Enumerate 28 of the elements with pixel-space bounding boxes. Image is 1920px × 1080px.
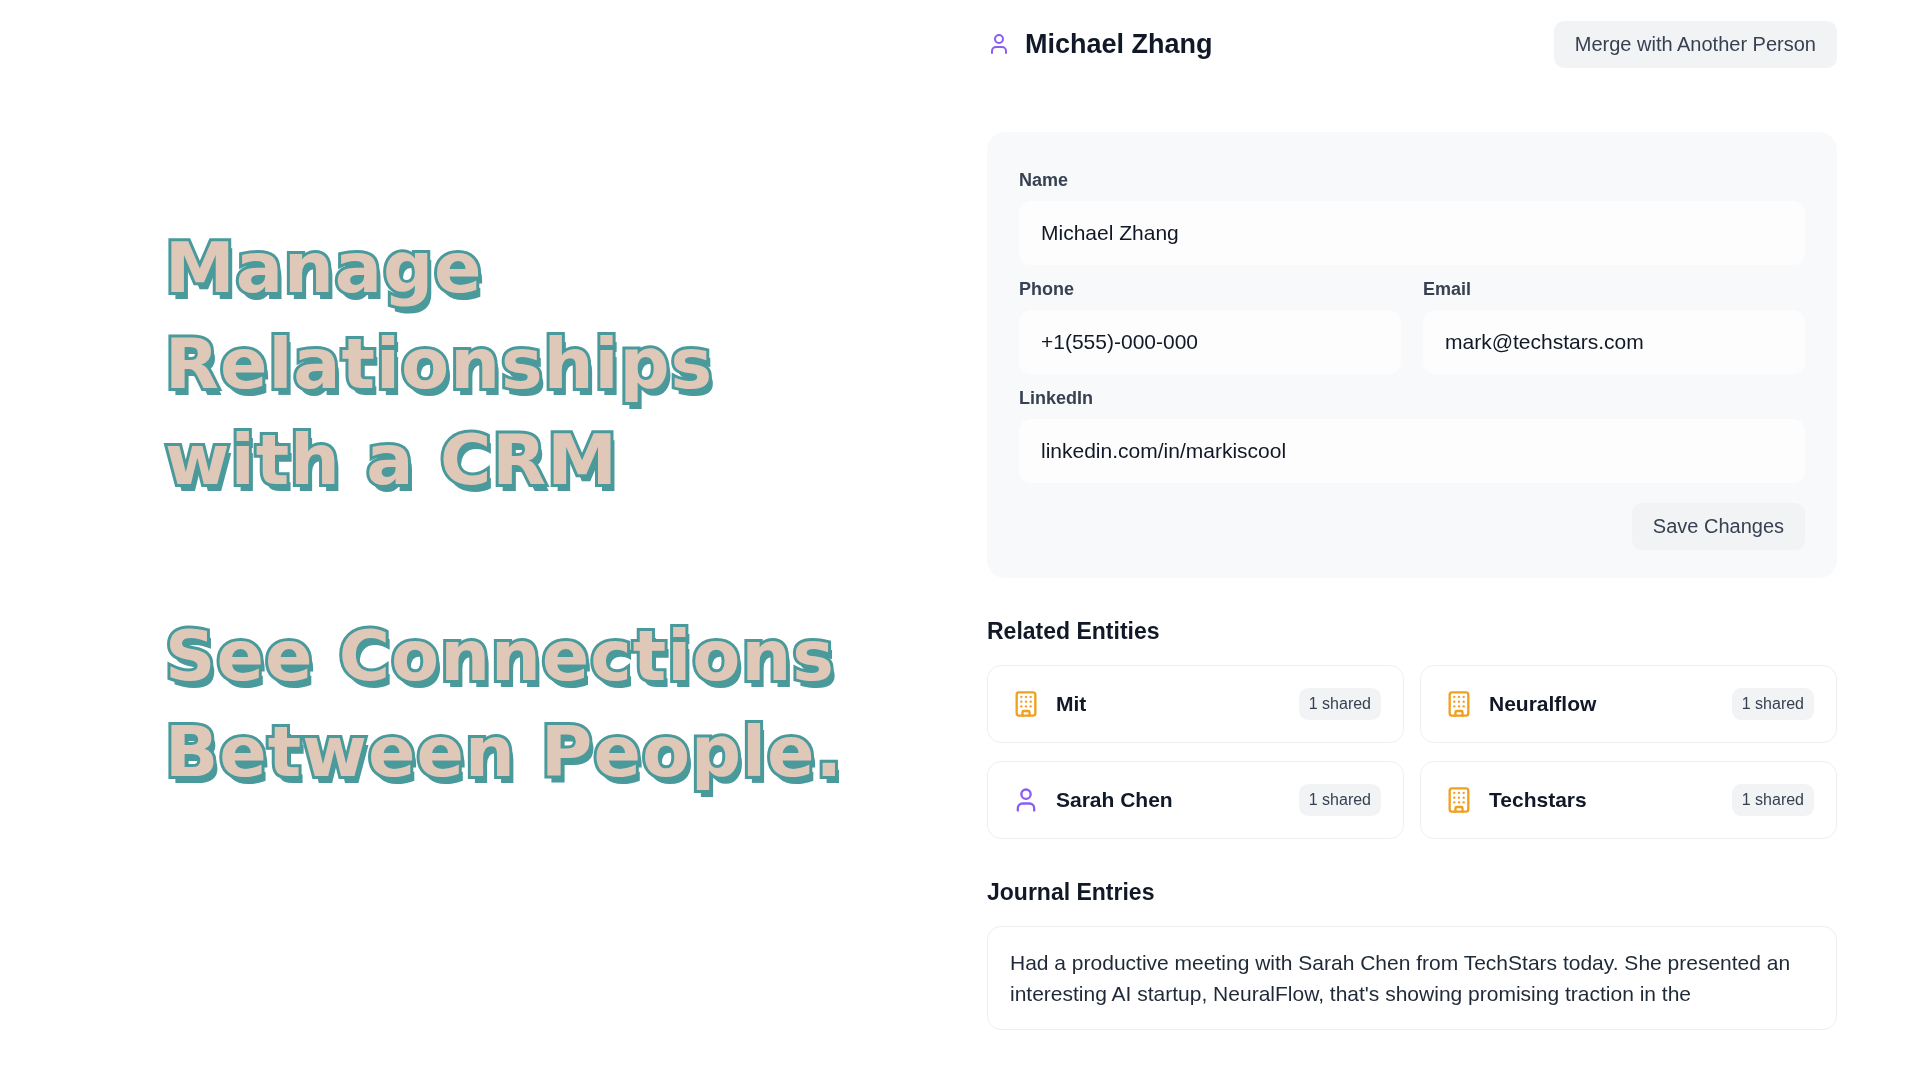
journal-text: Had a productive meeting with Sarah Chen from TechStars today. She presented an interesting AI startup, NeuralFlow, that's showing promising traction in the — [1010, 950, 1792, 1007]
shared-badge: 1 shared — [1298, 688, 1381, 720]
shared-badge: 1 shared — [1298, 784, 1381, 816]
entity-name: Techstars — [1489, 788, 1588, 812]
input-field[interactable]: +1(555)-000-000 — [1019, 310, 1401, 374]
entity-card[interactable]: Mit 1 shared — [987, 665, 1404, 743]
entity-name: Mit — [1056, 692, 1088, 716]
field-label: Phone — [1019, 279, 1075, 300]
entity-card[interactable]: Techstars 1 shared — [1420, 761, 1837, 839]
entity-name: Sarah Chen — [1056, 788, 1174, 812]
person-name: Michael Zhang — [1025, 28, 1213, 60]
field-label: Email — [1423, 279, 1473, 300]
shared-badge: 1 shared — [1731, 688, 1814, 720]
input-field[interactable]: Michael Zhang — [1019, 201, 1805, 265]
entity-name: Neuralflow — [1489, 692, 1598, 716]
shared-badge: 1 shared — [1731, 784, 1814, 816]
input-field[interactable]: mark@techstars.com — [1423, 310, 1805, 374]
section-title: Related Entities — [987, 618, 1161, 645]
headline: Manage Relationships with a CRM — [165, 226, 715, 503]
field-label: Name — [1019, 170, 1070, 191]
field-label: LinkedIn — [1019, 388, 1094, 409]
entity-card[interactable]: Sarah Chen 1 shared — [987, 761, 1404, 839]
entity-card[interactable]: Neuralflow 1 shared — [1420, 665, 1837, 743]
section-title: Journal Entries — [987, 879, 1156, 906]
headline: See Connections Between People. — [165, 614, 845, 795]
merge-button[interactable]: Merge with Another Person — [1553, 20, 1837, 68]
input-field[interactable]: linkedin.com/in/markiscool — [1019, 419, 1805, 483]
save-button[interactable]: Save Changes — [1631, 503, 1805, 550]
